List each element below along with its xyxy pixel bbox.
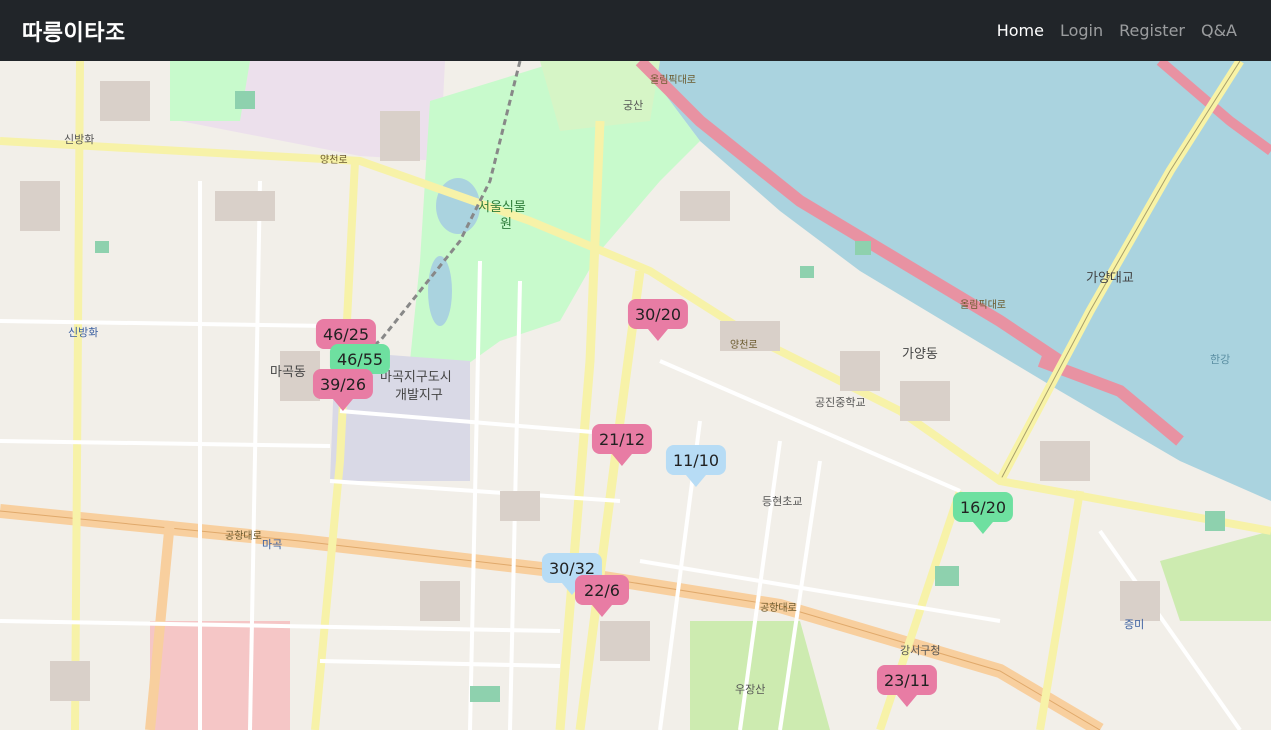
station-marker[interactable]: 39/26 bbox=[312, 369, 374, 411]
marker-label: 22/6 bbox=[575, 575, 629, 605]
marker-label: 11/10 bbox=[665, 445, 727, 475]
marker-label: 16/20 bbox=[952, 492, 1014, 522]
nav-qna-link[interactable]: Q&A bbox=[1193, 21, 1249, 40]
station-marker[interactable]: 16/20 bbox=[952, 492, 1014, 534]
station-marker[interactable]: 23/11 bbox=[876, 665, 938, 707]
marker-label: 30/20 bbox=[627, 299, 689, 329]
nav-register-link[interactable]: Register bbox=[1111, 21, 1193, 40]
station-marker[interactable]: 21/12 bbox=[591, 424, 653, 466]
marker-label: 23/11 bbox=[876, 665, 938, 695]
brand-logo[interactable]: 따릉이타조 bbox=[22, 15, 126, 47]
station-marker[interactable]: 11/10 bbox=[665, 445, 727, 487]
top-navbar: 따릉이타조 Home Login Register Q&A bbox=[0, 0, 1271, 61]
bike-station-map[interactable]: 마곡동 마곡지구도시 개발지구 서울식물 원 가양동 가양대교 공항대로 공항대… bbox=[0, 61, 1271, 730]
nav-home-link[interactable]: Home bbox=[989, 21, 1052, 40]
marker-label: 39/26 bbox=[312, 369, 374, 399]
nav-login-link[interactable]: Login bbox=[1052, 21, 1111, 40]
map-tiles bbox=[0, 61, 1271, 730]
marker-label: 21/12 bbox=[591, 424, 653, 454]
station-marker[interactable]: 22/6 bbox=[575, 575, 629, 617]
station-marker[interactable]: 30/20 bbox=[627, 299, 689, 341]
nav-links: Home Login Register Q&A bbox=[989, 21, 1249, 40]
